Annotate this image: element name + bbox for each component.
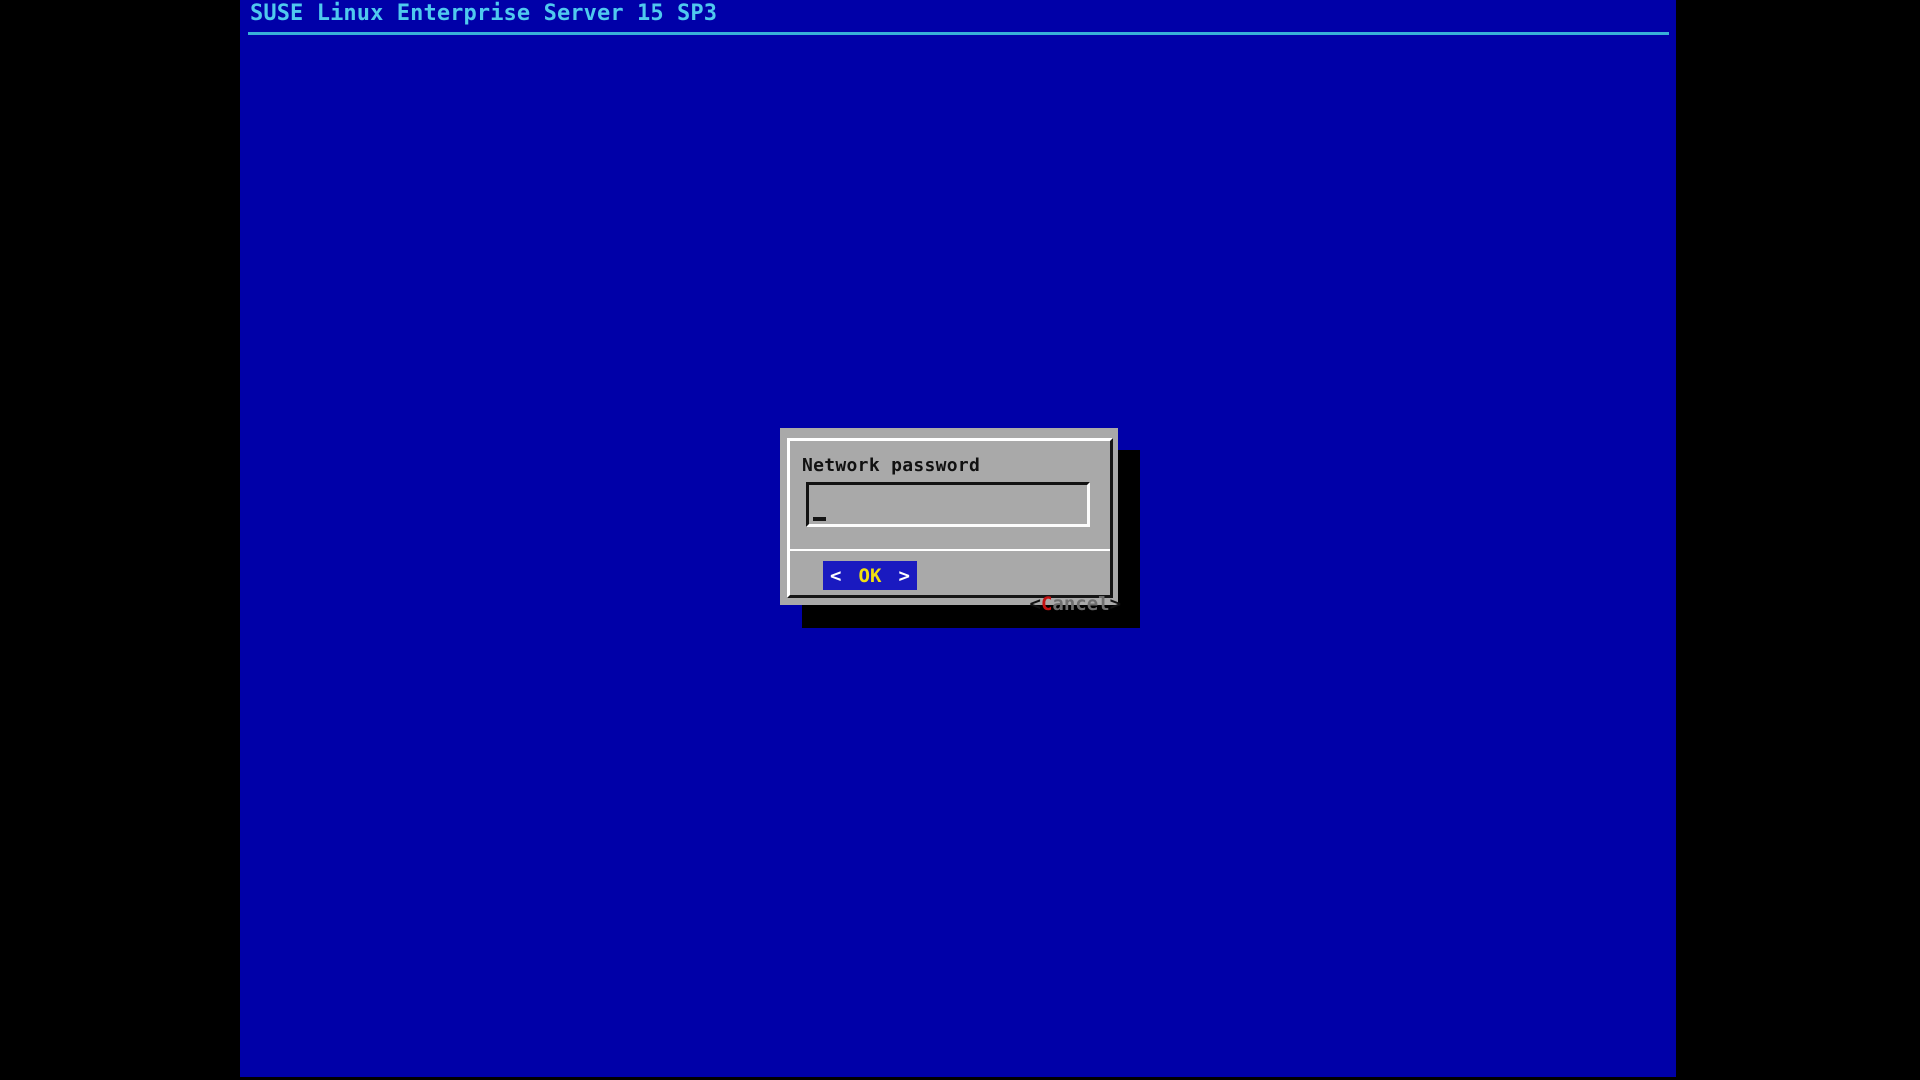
ok-button[interactable]: < OK > [823, 561, 917, 590]
ok-button-left-bracket: < [830, 565, 841, 587]
button-row-divider [790, 549, 1110, 551]
cancel-button-label-rest: ancel [1052, 593, 1109, 615]
password-input[interactable] [806, 482, 1090, 527]
network-password-dialog: Network password < OK > <Cancel> [780, 428, 1118, 605]
input-cursor [813, 517, 826, 521]
ok-button-right-bracket: > [899, 565, 910, 587]
cancel-button-hotkey: C [1041, 593, 1052, 615]
console-blue-area: SUSE Linux Enterprise Server 15 SP3 Netw… [240, 0, 1676, 1077]
console-screen: SUSE Linux Enterprise Server 15 SP3 Netw… [0, 0, 1920, 1080]
cancel-button[interactable]: <Cancel> [938, 561, 1121, 590]
dialog-title: Network password [802, 455, 980, 476]
page-title: SUSE Linux Enterprise Server 15 SP3 [250, 1, 717, 26]
ok-button-label: OK [859, 565, 882, 587]
cancel-button-left-bracket: < [1030, 593, 1041, 615]
header-divider [248, 32, 1669, 35]
cancel-button-right-bracket: > [1110, 593, 1121, 615]
